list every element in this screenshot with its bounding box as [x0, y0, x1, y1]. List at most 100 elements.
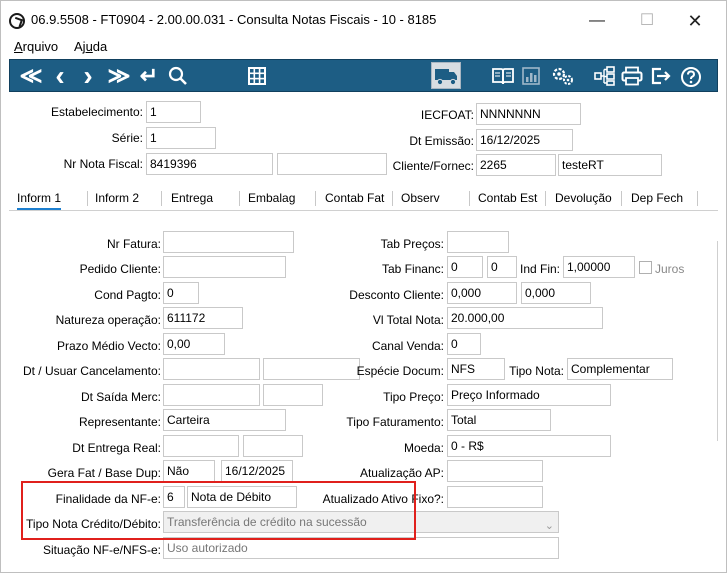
print-icon[interactable]: [621, 60, 645, 91]
first-record-button[interactable]: ≪: [18, 60, 44, 91]
base-dup-field[interactable]: 16/12/2025: [221, 460, 293, 482]
pedido-cliente-field[interactable]: [163, 256, 286, 278]
tab-inform-2[interactable]: Inform 2: [95, 191, 139, 205]
cond-pagto-field[interactable]: 0: [163, 282, 199, 304]
toolbar: ≪ ‹ › ≫ ↵: [9, 59, 718, 92]
tipo-faturamento-label: Tipo Faturamento:: [346, 415, 444, 429]
moeda-field[interactable]: 0 - R$: [447, 435, 611, 457]
iecfoat-field[interactable]: NNNNNNN: [476, 103, 581, 125]
tab-financ-field-2[interactable]: 0: [487, 256, 517, 278]
tab-separator: [315, 191, 316, 206]
representante-field[interactable]: Carteira: [163, 409, 286, 431]
vl-total-nota-label: Vl Total Nota:: [372, 313, 444, 327]
serie-label: Série:: [111, 131, 143, 145]
tab-precos-label: Tab Preços:: [380, 237, 444, 251]
prev-record-button[interactable]: ‹: [50, 60, 70, 91]
grid-icon[interactable]: [247, 60, 269, 91]
pedido-cliente-label: Pedido Cliente:: [79, 262, 161, 276]
chevron-down-icon: ⌄: [544, 520, 554, 532]
tab-financ-label: Tab Financ:: [381, 262, 444, 276]
tab-embalag[interactable]: Embalag: [248, 191, 295, 205]
dt-entrega-real-field[interactable]: [163, 435, 239, 457]
serie-field[interactable]: 1: [146, 127, 216, 149]
dt-saida-merc-label: Dt Saída Merc:: [80, 390, 161, 404]
iecfoat-label: IECFOAT:: [420, 108, 474, 122]
moeda-label: Moeda:: [403, 441, 444, 455]
minimize-button[interactable]: —: [575, 7, 619, 35]
tipo-preco-field[interactable]: Preço Informado: [447, 384, 611, 406]
hr-entrega-real-field[interactable]: [243, 435, 303, 457]
canal-venda-field[interactable]: 0: [447, 333, 481, 355]
maximize-button[interactable]: ☐: [625, 7, 669, 35]
tipo-nota-field[interactable]: Complementar: [567, 358, 673, 380]
menu-arquivo[interactable]: Arquivo: [14, 39, 58, 54]
window-title: 06.9.5508 - FT0904 - 2.00.00.031 - Consu…: [31, 12, 437, 27]
menu-bar: Arquivo Ajuda: [1, 35, 726, 57]
app-logo-icon: [9, 13, 25, 29]
next-record-button[interactable]: ›: [78, 60, 98, 91]
situacao-nfe-field[interactable]: Uso autorizado: [163, 537, 559, 559]
tab-devolucao[interactable]: Devolução: [555, 191, 612, 205]
tab-bar: Inform 1 Inform 2 Entrega Embalag Contab…: [9, 185, 718, 211]
tab-entrega[interactable]: Entrega: [171, 191, 213, 205]
tab-observ[interactable]: Observ: [401, 191, 440, 205]
desconto-cliente-field-1[interactable]: 0,000: [447, 282, 517, 304]
representante-label: Representante:: [78, 415, 161, 429]
tab-dep-fech[interactable]: Dep Fech: [631, 191, 683, 205]
especie-docum-label: Espécie Docum:: [356, 364, 444, 378]
book-icon[interactable]: [491, 60, 515, 91]
last-record-button[interactable]: ≫: [106, 60, 132, 91]
search-icon[interactable]: [168, 60, 190, 91]
truck-icon[interactable]: [431, 62, 461, 89]
highlight-box: [21, 481, 416, 540]
tipo-nota-label: Tipo Nota:: [509, 364, 564, 378]
vertical-scrollbar[interactable]: [717, 241, 718, 441]
dt-emissao-field[interactable]: 16/12/2025: [476, 129, 573, 151]
tipo-faturamento-field[interactable]: Total: [447, 409, 551, 431]
prazo-medio-label: Prazo Médio Vecto:: [56, 339, 161, 353]
chart-icon[interactable]: [521, 60, 543, 91]
desconto-cliente-field-2[interactable]: 0,000: [521, 282, 591, 304]
exit-icon[interactable]: [650, 60, 674, 91]
tab-separator: [621, 191, 622, 206]
dt-emissao-label: Dt Emissão:: [409, 134, 474, 148]
cliente-code-field[interactable]: 2265: [476, 154, 556, 176]
close-button[interactable]: ✕: [673, 7, 717, 35]
nr-nota-fiscal-extra-field[interactable]: [277, 153, 387, 175]
tab-financ-field-1[interactable]: 0: [447, 256, 483, 278]
natureza-operacao-label: Natureza operação:: [55, 313, 161, 327]
dt-cancelamento-field[interactable]: [163, 358, 260, 380]
prazo-medio-field[interactable]: 0,00: [163, 333, 225, 355]
cliente-name-field[interactable]: testeRT: [558, 154, 662, 176]
title-bar: 06.9.5508 - FT0904 - 2.00.00.031 - Consu…: [1, 1, 726, 35]
estabelecimento-field[interactable]: 1: [146, 101, 201, 123]
gera-fat-field[interactable]: Não: [163, 460, 215, 482]
nr-fatura-label: Nr Fatura:: [106, 237, 161, 251]
gears-icon[interactable]: [551, 60, 577, 91]
atualizado-ativo-fixo-field[interactable]: [447, 486, 543, 508]
juros-checkbox[interactable]: [639, 261, 652, 274]
ind-fin-field[interactable]: 1,00000: [563, 256, 635, 278]
tab-contab-est[interactable]: Contab Est: [478, 191, 537, 205]
estabelecimento-label: Estabelecimento:: [50, 105, 143, 119]
tab-separator: [161, 191, 162, 206]
especie-docum-field[interactable]: NFS: [447, 358, 505, 380]
dt-saida-merc-field[interactable]: [163, 384, 260, 406]
tab-inform-1[interactable]: Inform 1: [17, 191, 62, 210]
tab-precos-field[interactable]: [447, 231, 509, 253]
tab-separator: [239, 191, 240, 206]
nr-nota-fiscal-field[interactable]: 8419396: [146, 153, 273, 175]
tab-contab-fat[interactable]: Contab Fat: [325, 191, 384, 205]
cond-pagto-label: Cond Pagto:: [94, 288, 161, 302]
tipo-preco-label: Tipo Preço:: [383, 390, 444, 404]
menu-ajuda[interactable]: Ajuda: [74, 39, 107, 54]
network-icon[interactable]: [594, 60, 616, 91]
return-button[interactable]: ↵: [136, 60, 162, 91]
canal-venda-label: Canal Venda:: [371, 339, 444, 353]
help-icon[interactable]: [680, 60, 704, 91]
tab-separator: [697, 191, 698, 206]
vl-total-nota-field[interactable]: 20.000,00: [447, 307, 603, 329]
atualizacao-ap-field[interactable]: [447, 460, 543, 482]
natureza-operacao-field[interactable]: 611172: [163, 307, 243, 329]
nr-fatura-field[interactable]: [163, 231, 294, 253]
